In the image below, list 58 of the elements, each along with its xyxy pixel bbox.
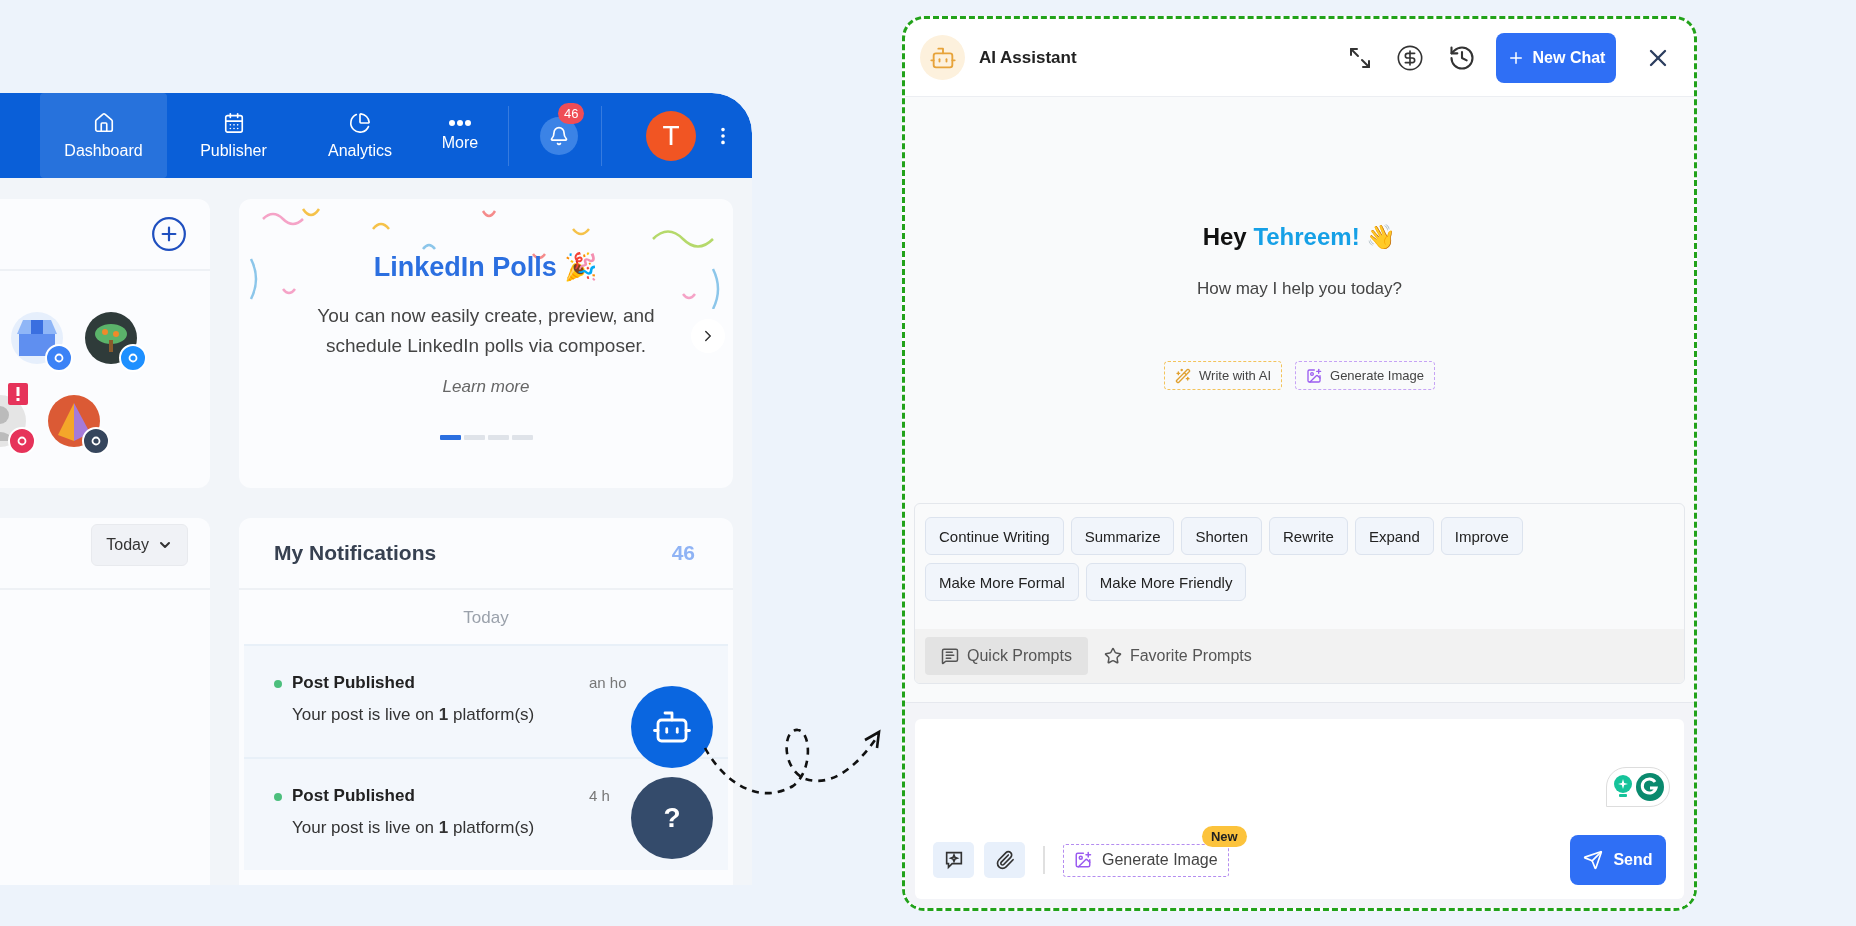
calendar-icon <box>222 111 245 134</box>
lightbulb-icon <box>1612 774 1634 800</box>
prompt-chip[interactable]: Make More Friendly <box>1085 563 1247 601</box>
g-logo-icon <box>1636 773 1664 801</box>
notification-text: Your post is live on 1 platform(s) <box>292 818 535 838</box>
history-icon[interactable] <box>1448 43 1476 72</box>
prompt-chip[interactable]: Continue Writing <box>925 517 1064 555</box>
card-title: My Notifications <box>274 541 437 565</box>
notification-time: an ho <box>589 674 627 691</box>
group-label: Today <box>462 607 510 629</box>
assistant-avatar <box>920 35 965 80</box>
panel-title: AI Assistant <box>979 47 1077 68</box>
chart-icon <box>349 111 371 134</box>
prompt-tab[interactable]: Favorite Prompts <box>1087 637 1268 675</box>
attach-button[interactable] <box>984 842 1025 878</box>
add-icon[interactable] <box>150 215 188 253</box>
learn-more-link[interactable]: Learn more <box>442 377 530 397</box>
message-icon <box>941 647 959 665</box>
home-icon <box>92 111 115 134</box>
image-plus-icon <box>1306 367 1323 384</box>
nav-tab[interactable]: Publisher <box>167 93 300 178</box>
notification-text: Your post is live on 1 platform(s) <box>292 705 535 725</box>
send-button[interactable]: Send <box>1570 835 1666 885</box>
action-chip[interactable]: Generate Image <box>1295 361 1435 390</box>
action-chip[interactable]: Write with AI <box>1164 361 1283 390</box>
magic-wand-icon <box>1175 367 1191 384</box>
new-chat-button[interactable]: New Chat <box>1496 32 1616 83</box>
nav-tab[interactable]: Analytics <box>300 93 420 178</box>
dollar-icon[interactable] <box>1396 43 1424 72</box>
prompt-chip[interactable]: Expand <box>1354 517 1434 555</box>
prompt-tab[interactable]: Quick Prompts <box>925 637 1088 675</box>
prompt-chip[interactable]: Shorten <box>1181 517 1263 555</box>
send-icon <box>1583 850 1604 870</box>
new-badge: New <box>1201 825 1247 847</box>
paperclip-icon <box>994 850 1015 870</box>
notification-time: 4 h <box>589 787 610 804</box>
prompt-chip[interactable]: Rewrite <box>1269 517 1348 555</box>
nav-tab[interactable]: Dashboard <box>40 93 167 178</box>
announcement-text: You can now easily create, preview, and schedule LinkedIn polls via composer. <box>316 304 656 358</box>
greeting-subtitle: How may I help you today? <box>1196 279 1403 299</box>
notification-count: 46 <box>671 541 695 565</box>
prompt-chip[interactable]: Make More Formal <box>925 563 1079 601</box>
notification-count: 46 <box>558 102 585 124</box>
greeting: Hey Tehreem! 👋 <box>1202 223 1397 251</box>
prompt-chip[interactable]: Summarize <box>1070 517 1175 555</box>
image-plus-icon <box>1074 851 1092 869</box>
star-icon <box>1103 647 1122 665</box>
prompt-chip[interactable]: Improve <box>1440 517 1523 555</box>
announcement-title: LinkedIn Polls 🎉 <box>373 251 599 283</box>
prompt-button[interactable] <box>933 842 974 878</box>
bell-icon <box>549 125 569 146</box>
notification-title: Post Published <box>292 673 416 693</box>
notification-title: Post Published <box>292 786 416 806</box>
nav-tab[interactable]: More <box>420 93 500 178</box>
notifications-button[interactable] <box>540 116 578 155</box>
period-dropdown[interactable]: Today <box>91 524 188 566</box>
more-icon <box>449 119 471 126</box>
expand-icon[interactable] <box>1348 45 1372 70</box>
